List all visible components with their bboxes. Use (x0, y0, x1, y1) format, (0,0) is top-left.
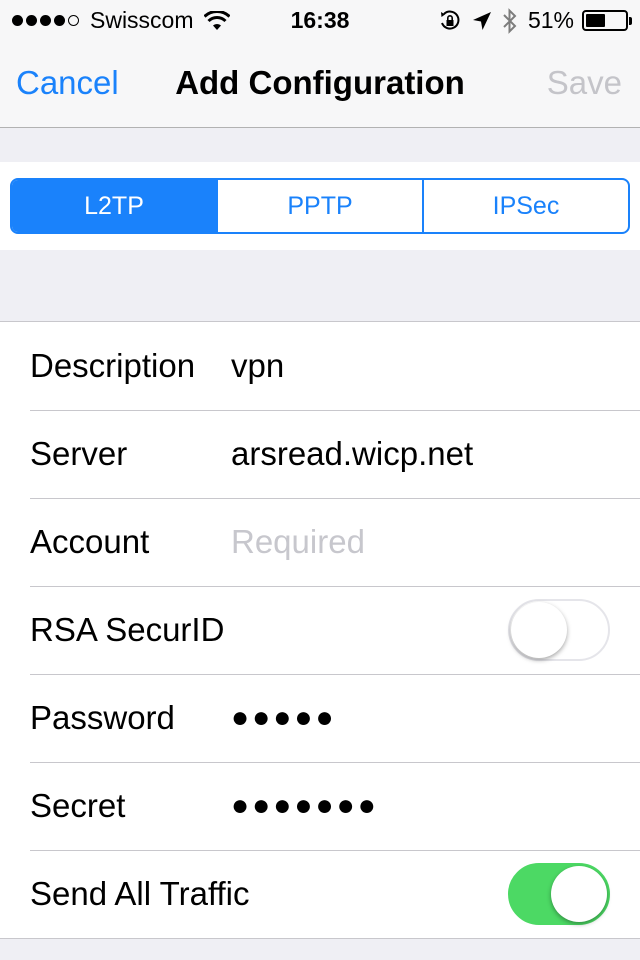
send-all-traffic-row: Send All Traffic (0, 850, 640, 938)
description-field[interactable]: vpn (231, 347, 284, 385)
rsa-securid-toggle[interactable] (508, 599, 610, 661)
secret-field[interactable]: ●●●●●●● (231, 789, 379, 823)
account-label: Account (30, 523, 150, 560)
description-label: Description (30, 347, 196, 384)
secret-label: Secret (30, 787, 126, 824)
description-row[interactable]: Description vpn (0, 322, 640, 410)
server-row[interactable]: Server arsread.wicp.net (0, 410, 640, 498)
battery-percent: 51% (527, 7, 574, 33)
segment-ipsec[interactable]: IPSec (422, 180, 628, 232)
navigation-bar: Cancel Add Configuration Save (0, 40, 640, 128)
battery-fill (586, 14, 606, 27)
password-label: Password (30, 699, 175, 736)
toggle-knob (551, 866, 607, 922)
protocol-selector-section: L2TP PPTP IPSec (0, 162, 640, 250)
protocol-segmented-control: L2TP PPTP IPSec (10, 178, 630, 234)
password-row[interactable]: Password ●●●●● (0, 674, 640, 762)
toggle-knob (511, 602, 567, 658)
secret-row[interactable]: Secret ●●●●●●● (0, 762, 640, 850)
vpn-config-form: Description vpn Server arsread.wicp.net … (0, 321, 640, 939)
server-label: Server (30, 435, 128, 472)
account-field[interactable]: Required (231, 523, 365, 561)
server-field[interactable]: arsread.wicp.net (231, 435, 473, 473)
rsa-securid-label: RSA SecurID (30, 611, 225, 648)
segment-pptp[interactable]: PPTP (216, 180, 422, 232)
password-field[interactable]: ●●●●● (231, 701, 337, 735)
send-all-traffic-toggle[interactable] (508, 863, 610, 925)
account-row[interactable]: Account Required (0, 498, 640, 586)
send-all-traffic-label: Send All Traffic (30, 875, 250, 912)
status-right: 51% (428, 7, 632, 34)
page-title: Add Configuration (175, 64, 465, 101)
segment-l2tp[interactable]: L2TP (12, 180, 216, 232)
rsa-securid-row: RSA SecurID (0, 586, 640, 674)
status-bar: Swisscom 16:38 51% (0, 0, 640, 40)
bluetooth-icon (502, 7, 518, 34)
location-arrow-icon (472, 11, 492, 31)
save-button[interactable]: Save (547, 64, 622, 102)
orientation-lock-icon (438, 9, 462, 33)
battery-icon (582, 10, 632, 31)
